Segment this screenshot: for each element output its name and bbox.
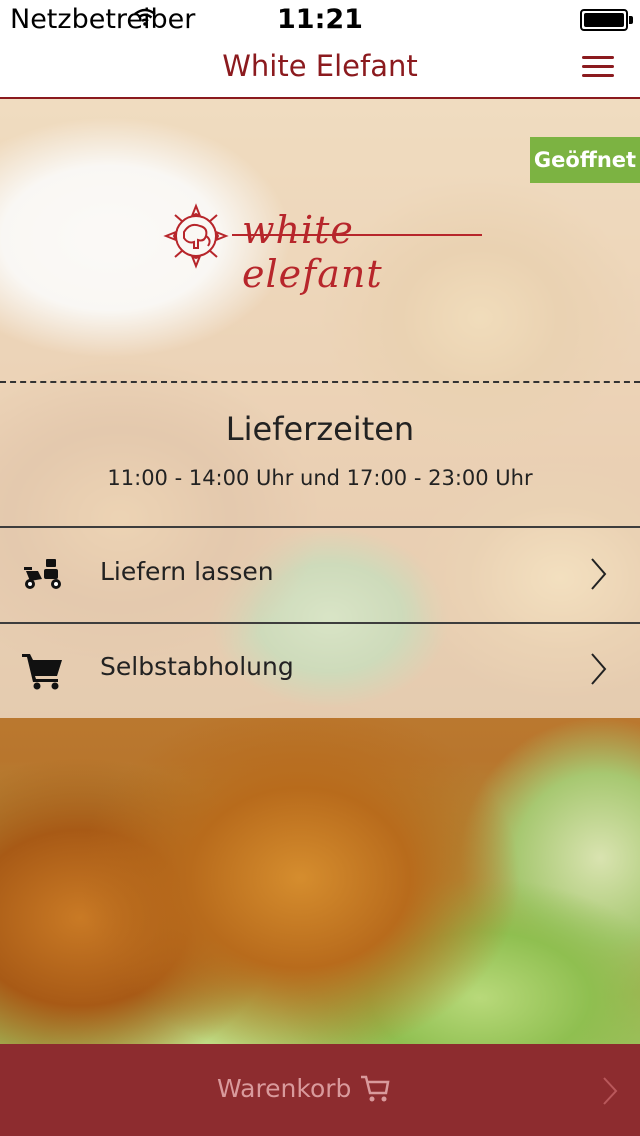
elephant-sun-icon: [163, 203, 229, 269]
shopping-cart-icon: [22, 654, 62, 690]
hamburger-menu-icon[interactable]: [582, 52, 618, 82]
deliver-option-label: Liefern lassen: [100, 557, 274, 586]
cart-icon: [361, 1075, 390, 1102]
status-badge: Geöffnet: [530, 137, 640, 183]
clock: 11:21: [277, 4, 363, 35]
divider: [0, 526, 640, 528]
chevron-right-icon: [591, 653, 607, 685]
cart-button[interactable]: Warenkorb: [0, 1044, 640, 1136]
cart-label: Warenkorb: [217, 1074, 352, 1103]
delivery-times-title: Lieferzeiten: [225, 410, 415, 448]
page-title: White Elefant: [222, 49, 418, 83]
chevron-right-icon: [603, 1077, 618, 1105]
pickup-option-label: Selbstabholung: [100, 652, 294, 681]
delivery-times-hours: 11:00 - 14:00 Uhr und 17:00 - 23:00 Uhr: [107, 466, 533, 490]
deliver-option-row[interactable]: Liefern lassen: [0, 529, 640, 622]
chevron-right-icon: [591, 558, 607, 590]
divider-dashed: [0, 381, 640, 383]
logo-wordmark: white elefant: [242, 208, 383, 296]
scooter-icon: [24, 559, 61, 589]
restaurant-logo: white elefant: [160, 202, 490, 296]
pickup-option-row[interactable]: Selbstabholung: [0, 624, 640, 717]
battery-icon: [580, 9, 633, 31]
status-bar: Netzbetreiber 11:21: [0, 0, 640, 40]
navigation-bar: White Elefant: [0, 40, 640, 99]
